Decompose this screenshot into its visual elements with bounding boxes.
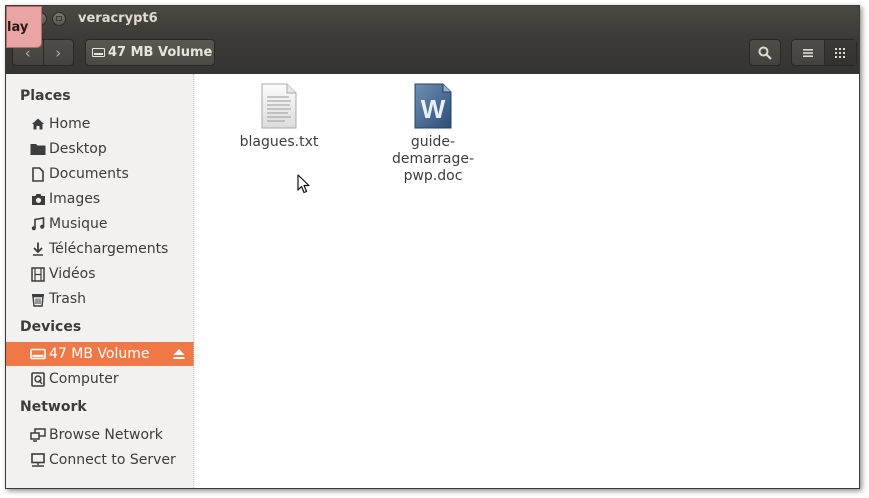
location-label: 47 MB Volume [108,45,213,60]
text-file-icon [261,83,297,129]
sidebar-item-home[interactable]: Home [6,112,194,136]
sidebar-item-label: Vidéos [49,266,96,282]
list-view-icon [802,48,813,57]
file-name-continued: pwp.doc [403,168,463,184]
sidebar-item-videos[interactable]: Vidéos [6,262,194,286]
sidebar-item-musique[interactable]: Musique [6,212,194,236]
sidebar-item-label: Documents [49,166,129,182]
drive-icon [92,48,105,57]
mouse-cursor-icon [297,174,310,194]
sidebar-item-label: Browse Network [49,427,163,443]
maximize-window-button[interactable] [52,12,66,26]
sidebar-item-label: Musique [49,216,108,232]
download-icon [30,241,46,257]
sidebar-item-label: Computer [49,371,119,387]
sidebar-item-documents[interactable]: Documents [6,162,194,186]
word-document-icon: W [414,83,452,129]
sidebar-item-desktop[interactable]: Desktop [6,137,194,161]
folder-icon [30,141,46,157]
svg-text:W: W [421,94,446,124]
search-icon [758,46,772,60]
forward-arrow-icon: › [55,43,62,62]
sidebar-item-label: Téléchargements [49,241,169,257]
sidebar-item-label: 47 MB Volume [49,346,150,362]
home-icon [30,116,46,132]
window-title: veracrypt6 [78,11,158,26]
search-button[interactable] [749,39,781,66]
file-name: guide-demarrage- [391,134,475,167]
server-icon [30,452,46,468]
trash-icon [30,291,46,307]
header-bar: veracrypt6 ‹ › 47 MB Volume [6,6,859,74]
grid-view-button[interactable] [823,40,856,65]
sidebar: Places Home Desktop Documents Images Mus… [6,74,196,488]
sidebar-item-label: Connect to Server [49,452,176,468]
file-view: blagues.txt W guide-demarrage- pwp.doc [195,74,859,488]
sidebar-item-label: Images [49,191,101,207]
network-heading: Network [20,399,87,415]
forward-button[interactable]: › [42,40,74,65]
places-heading: Places [20,88,71,104]
sidebar-item-label: Desktop [49,141,107,157]
drive-icon [30,346,46,362]
sidebar-item-label: Home [49,116,91,132]
sidebar-item-images[interactable]: Images [6,187,194,211]
overlay-badge: lay [6,6,42,48]
camera-icon [30,191,46,207]
list-view-button[interactable] [792,40,824,65]
sidebar-item-connect-to-server[interactable]: Connect to Server [6,448,194,472]
location-path-button[interactable]: 47 MB Volume [85,39,215,66]
sidebar-item-trash[interactable]: Trash [6,287,194,311]
sidebar-item-label: Trash [49,291,86,307]
sidebar-item-computer[interactable]: Computer [6,367,194,391]
document-icon [30,166,46,182]
file-item-guide-demarrage[interactable]: W guide-demarrage- pwp.doc [375,82,491,185]
sidebar-item-telechargements[interactable]: Téléchargements [6,237,194,261]
grid-view-icon [835,47,846,58]
music-icon [30,216,46,232]
sidebar-item-47mb-volume[interactable]: 47 MB Volume [6,342,194,366]
view-mode-buttons [791,39,857,66]
sidebar-item-browse-network[interactable]: Browse Network [6,423,194,447]
network-icon [30,427,46,443]
file-name: blagues.txt [239,134,319,150]
film-icon [30,266,46,282]
file-manager-window: veracrypt6 ‹ › 47 MB Volume Places Home … [5,5,860,489]
eject-icon[interactable] [172,347,186,361]
devices-heading: Devices [20,319,82,335]
computer-icon [30,371,46,387]
file-item-blagues[interactable]: blagues.txt [225,82,333,151]
